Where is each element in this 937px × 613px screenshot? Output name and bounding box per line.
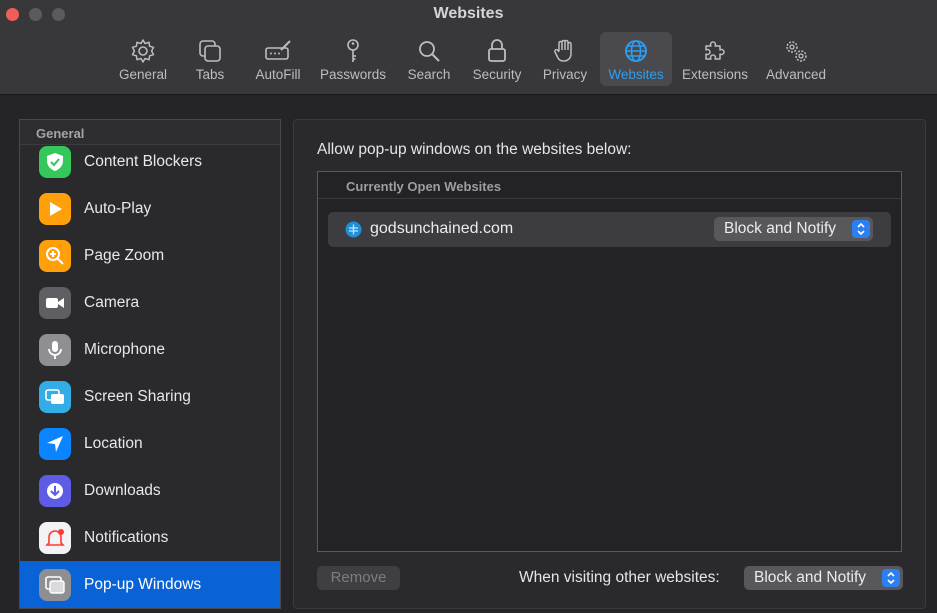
tabs-icon (199, 40, 221, 62)
tab-tabs[interactable]: Tabs (186, 32, 234, 86)
sidebar-item-label: Notifications (84, 528, 169, 546)
chevron-up-down-icon (852, 220, 870, 238)
sidebar-item-label: Location (84, 434, 143, 452)
gear-icon (131, 39, 155, 63)
tab-label: General (118, 67, 168, 82)
lock-icon (488, 39, 506, 62)
list-header: Currently Open Websites (318, 172, 901, 199)
popup-value: Block and Notify (724, 220, 836, 237)
tab-label: Extensions (681, 67, 749, 82)
sidebar-item-location[interactable]: Location (20, 420, 280, 467)
tab-label: Websites (608, 67, 664, 82)
website-name: godsunchained.com (370, 220, 514, 237)
tab-label: Search (407, 67, 451, 82)
popup-windows-icon (39, 568, 71, 601)
bell-icon (39, 521, 71, 554)
default-setting-popup[interactable]: Block and Notify (744, 566, 903, 590)
sidebar: General Content Blockers Auto-Play Page … (19, 119, 281, 609)
tab-autofill[interactable]: AutoFill (250, 32, 306, 86)
tab-security[interactable]: Security (467, 32, 527, 86)
sidebar-item-label: Microphone (84, 340, 165, 358)
tab-label: Advanced (765, 67, 827, 82)
website-setting-popup[interactable]: Block and Notify (714, 217, 873, 241)
pencil-field-icon (265, 40, 291, 60)
website-row[interactable]: godsunchained.com Block and Notify (328, 212, 891, 247)
sidebar-item-pop-up-windows[interactable]: Pop-up Windows (20, 561, 280, 608)
sidebar-item-auto-play[interactable]: Auto-Play (20, 185, 280, 232)
toolbar: Websites General Tabs AutoFill Passwords (0, 0, 937, 95)
tab-label: AutoFill (255, 67, 301, 82)
sidebar-item-microphone[interactable]: Microphone (20, 326, 280, 373)
chevron-up-down-icon (882, 569, 900, 587)
camera-icon (39, 286, 71, 319)
sidebar-item-label: Content Blockers (84, 152, 203, 170)
key-icon (347, 39, 359, 62)
sidebar-item-notifications[interactable]: Notifications (20, 514, 280, 561)
sidebar-item-label: Camera (84, 293, 140, 311)
websites-list[interactable]: Currently Open Websites godsunchained.co… (317, 171, 902, 552)
window-title: Websites (433, 5, 504, 22)
location-arrow-icon (39, 427, 71, 460)
sidebar-item-label: Page Zoom (84, 246, 165, 264)
tab-general[interactable]: General (113, 32, 173, 86)
sidebar-item-page-zoom[interactable]: Page Zoom (20, 232, 280, 279)
sidebar-item-camera[interactable]: Camera (20, 279, 280, 326)
screen-sharing-icon (39, 380, 71, 413)
tab-label: Passwords (319, 67, 387, 82)
play-icon (39, 192, 71, 225)
zoom-icon (39, 239, 71, 272)
remove-button[interactable]: Remove (317, 566, 400, 590)
sidebar-item-label: Auto-Play (84, 199, 152, 217)
shield-check-icon (39, 145, 71, 178)
sidebar-item-label: Pop-up Windows (84, 575, 202, 593)
other-websites-label: When visiting other websites: (519, 569, 720, 586)
microphone-icon (39, 333, 71, 366)
tab-privacy[interactable]: Privacy (537, 32, 593, 86)
download-icon (39, 474, 71, 507)
hand-icon (554, 39, 572, 62)
tab-label: Privacy (542, 67, 588, 82)
puzzle-icon (705, 41, 725, 60)
globe-icon (625, 40, 647, 62)
site-favicon-icon (345, 221, 362, 238)
tab-label: Tabs (195, 67, 225, 82)
popup-value: Block and Notify (754, 569, 866, 586)
gears-icon (786, 41, 807, 62)
tab-advanced[interactable]: Advanced (762, 32, 830, 86)
sidebar-item-label: Downloads (84, 481, 161, 499)
allow-popups-label: Allow pop-up windows on the websites bel… (317, 141, 632, 158)
sidebar-item-content-blockers[interactable]: Content Blockers (20, 138, 280, 185)
tab-websites[interactable]: Websites (600, 32, 672, 86)
tab-extensions[interactable]: Extensions (678, 32, 752, 86)
magnifier-icon (419, 41, 440, 62)
sidebar-item-downloads[interactable]: Downloads (20, 467, 280, 514)
tab-search[interactable]: Search (402, 32, 456, 86)
sidebar-item-screen-sharing[interactable]: Screen Sharing (20, 373, 280, 420)
sidebar-item-label: Screen Sharing (84, 387, 191, 405)
tab-passwords[interactable]: Passwords (316, 32, 390, 86)
tab-label: Security (472, 67, 522, 82)
